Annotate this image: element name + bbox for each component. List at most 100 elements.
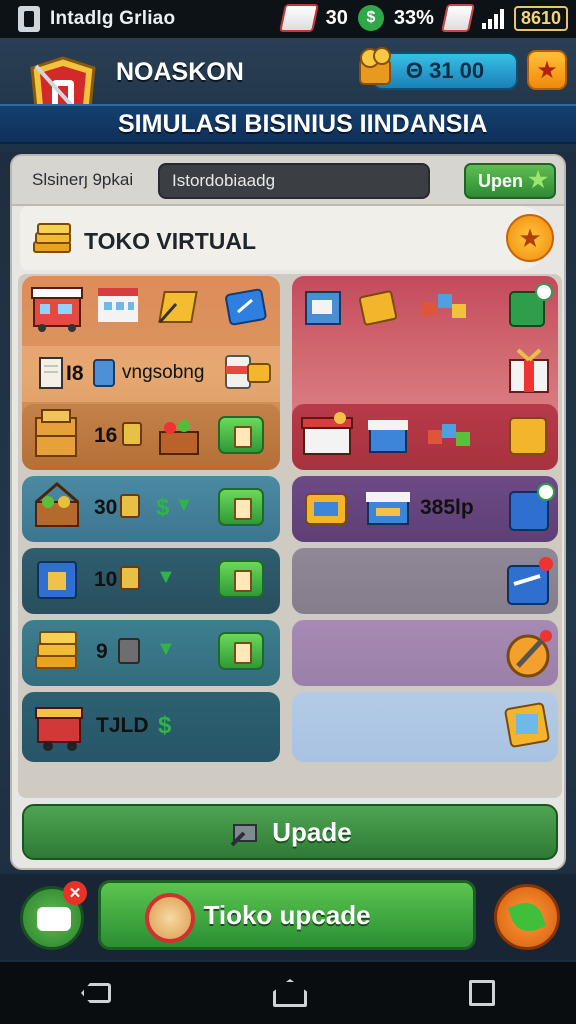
left-card-3-value: 30 [94,496,118,519]
left-card-5[interactable]: 9 ▼ [22,620,280,686]
upgrade-button[interactable]: Upade [22,804,558,860]
close-badge-icon: ✕ [63,881,87,905]
cookie-icon [145,893,195,943]
shop-upgrade-button[interactable]: Tioko upcade [98,880,476,950]
left-card-2-value: 16 [94,424,118,447]
search-input[interactable]: Istordobiaadg [158,163,430,199]
buy-button[interactable] [218,560,264,598]
blue-box-icon [37,561,77,599]
right-card-3[interactable]: 385lp [292,476,558,542]
buy-button[interactable] [218,488,264,526]
shop-grid: I8 vngsobng 16 30 $ ▼ 10 ▼ 9 ▼ TJLD $ 38… [18,274,562,798]
market-stall-icon [368,420,408,453]
shop-building-icon [301,412,353,455]
right-card-3-value: 385lp [420,496,474,519]
store-front-icon [98,288,138,322]
toy-blocks-icon [428,424,470,446]
basket-icon [159,420,199,455]
gold-box-icon [158,291,198,323]
team-name: NOASKON [116,58,244,86]
dollar-icon: $ [156,494,170,521]
hammer-icon [230,824,258,847]
right-card-5[interactable] [292,620,558,686]
percent-badge-icon [122,422,142,446]
back-icon[interactable] [81,983,111,1003]
battery-percent: 33% [393,6,434,29]
system-nav-bar [0,962,576,1024]
section-star-button[interactable]: ★ [506,214,554,262]
search-row: Slsinerȷ 9pkai Istordobiaadg Upen ★ [12,156,564,206]
arrow-down-icon: ▼ [174,494,194,516]
buy-button[interactable] [218,632,264,670]
left-card-6-value: TJLD [96,714,149,737]
product-box-icon [305,291,341,325]
arrow-down-icon: ▼ [156,566,176,588]
app-icon [18,6,40,32]
status-bar: Intadlg Grliao 30 $ 33% 8610 [0,0,576,38]
blue-jar-icon [93,359,115,387]
notification-icon [278,4,319,32]
green-tag-icon [509,283,553,327]
star-icon: ★ [528,167,548,192]
favorites-star-button[interactable]: ★ [527,50,567,90]
recent-apps-icon[interactable] [469,980,495,1006]
flag-icon [440,4,475,32]
dollar-icon: $ [158,712,172,739]
battery-indicator: 8610 [513,5,568,31]
store-panel: Slsinerȷ 9pkai Istordobiaadg Upen ★ TOKO… [10,154,566,870]
vegetable-cart-icon [35,482,79,527]
chat-bubble-icon [37,907,71,931]
blue-card-icon [225,288,267,326]
buy-button[interactable] [218,416,264,454]
blue-tag-icon [509,483,555,531]
top-header: NOASKON Θ 31 00 ★ SIMULASI BISINIUS IIND… [0,38,576,152]
leaf-icon [507,897,547,937]
status-app-title: Intadlg Grliao [50,8,176,29]
left-card-6[interactable]: TJLD $ [22,692,280,762]
shop-stall-icon [366,492,410,525]
bottom-action-bar: ✕ Tioko upcade [0,874,576,960]
food-cart-icon [35,707,83,751]
gold-bars-icon [33,223,71,253]
gold-coins-icon [359,47,391,85]
left-card-4-value: 10 [94,568,118,591]
game-screen: Intadlg Grliao 30 $ 33% 8610 NOASKON Θ 3… [0,0,576,1024]
arrow-down-icon: ▼ [156,638,176,660]
search-label: Slsinerȷ 9pkai [32,170,134,189]
paper-icon [39,357,63,389]
left-card-3[interactable]: 30 $ ▼ [22,476,280,542]
gift-box-icon [509,348,549,393]
photo-card-icon [504,702,550,748]
signal-icon [481,7,504,29]
dollar-coin-icon: $ [357,5,384,31]
open-button[interactable]: Upen ★ [464,163,556,199]
left-card-2[interactable]: 16 [22,404,280,470]
left-card-5-value: 9 [96,640,108,663]
right-card-6[interactable] [292,692,558,762]
grey-jar-icon [118,638,140,664]
right-card-2[interactable] [292,404,558,470]
left-card-4[interactable]: 10 ▼ [22,548,280,614]
game-subtitle: SIMULASI BISINIUS IINDANSIA [118,110,488,138]
key-coin-icon [506,630,552,678]
right-card-4[interactable] [292,548,558,614]
percent-badge-icon [120,566,140,590]
chat-button[interactable]: ✕ [20,881,87,950]
gold-chest-icon [305,493,347,525]
can-icon [225,355,271,389]
upgrade-button-label: Upade [272,816,352,847]
section-title: TOKO VIRTUAL [84,228,257,254]
left-card-1-count: I8 [66,362,84,385]
crate-icon [35,409,77,457]
gold-bars-icon [35,631,77,669]
blue-crate-icon [507,557,553,605]
home-icon[interactable] [273,979,307,1007]
shop-upgrade-label: Tioko upcade [203,899,371,930]
shop-building-icon [31,287,83,332]
leaf-button[interactable] [494,884,560,950]
left-card-1-label: vngsobng [122,362,205,383]
gold-amount: Θ 31 00 [405,58,485,83]
gold-tag-icon [358,290,398,326]
open-button-label: Upen [478,170,523,191]
percent-badge-icon [120,494,140,518]
